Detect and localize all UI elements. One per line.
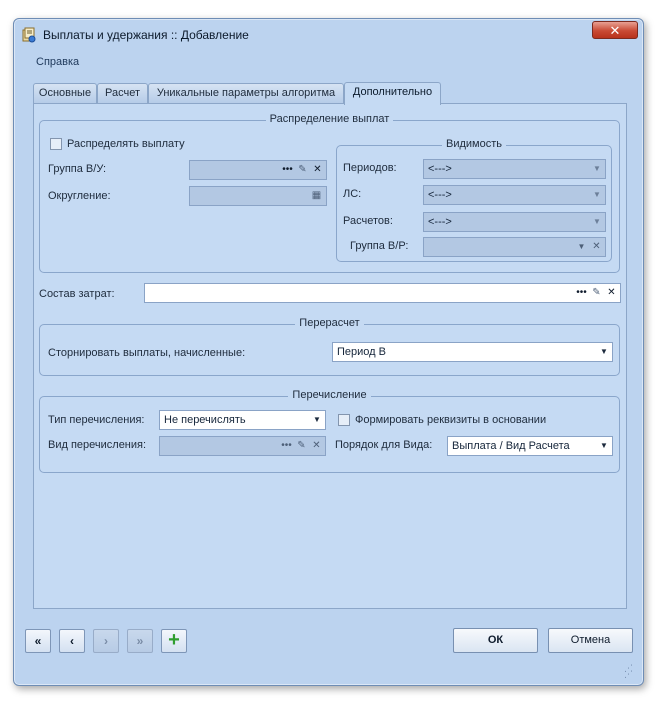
clear-icon[interactable]: ✕	[604, 285, 619, 301]
storno-select[interactable]: Период В ▼	[332, 342, 613, 362]
pick-icon[interactable]: ✎	[294, 438, 309, 454]
transfer-type-select[interactable]: Не перечислять ▼	[159, 410, 326, 430]
transfer-type-label: Тип перечисления:	[48, 414, 145, 426]
chevron-left-icon: ‹	[70, 634, 74, 648]
group-vr-field[interactable]: ▼ ✕	[423, 237, 606, 257]
rounding-label: Округление:	[48, 190, 111, 202]
calcs-select[interactable]: <---> ▼	[423, 212, 606, 232]
transfer-kind-label: Вид перечисления:	[48, 439, 147, 451]
chevron-down-icon: ▼	[593, 164, 601, 173]
tab-calc[interactable]: Расчет	[97, 83, 148, 103]
close-button[interactable]: ✕	[592, 21, 638, 39]
visibility-title: Видимость	[442, 138, 506, 150]
double-chevron-right-icon: »	[136, 634, 144, 648]
chevron-right-icon: ›	[104, 634, 108, 648]
clear-icon[interactable]: ✕	[309, 438, 324, 454]
chevron-down-icon: ▼	[600, 441, 608, 450]
prev-record-button[interactable]: ‹	[59, 629, 85, 653]
cost-field[interactable]: ••• ✎ ✕	[144, 283, 621, 303]
plus-icon: +	[168, 629, 180, 651]
title-bar[interactable]: Выплаты и удержания :: Добавление ✕	[14, 19, 643, 49]
recalc-title: Перерасчет	[295, 317, 364, 329]
chevron-down-icon[interactable]: ▼	[574, 239, 589, 255]
ellipsis-icon[interactable]: •••	[280, 162, 295, 178]
transfer-kind-field[interactable]: ••• ✎ ✕	[159, 436, 326, 456]
ls-label: ЛС:	[343, 188, 362, 200]
ok-button[interactable]: ОК	[453, 628, 538, 653]
form-requisites-checkbox[interactable]	[338, 414, 350, 426]
distribute-label: Распределять выплату	[67, 138, 185, 150]
cost-label: Состав затрат:	[39, 288, 115, 300]
clear-icon[interactable]: ✕	[310, 162, 325, 178]
group-vu-field[interactable]: ••• ✎ ✕	[189, 160, 327, 180]
cancel-button[interactable]: Отмена	[548, 628, 633, 653]
distribute-checkbox[interactable]	[50, 138, 62, 150]
tab-additional[interactable]: Дополнительно	[344, 82, 441, 105]
first-record-button[interactable]: «	[25, 629, 51, 653]
double-chevron-left-icon: «	[34, 634, 42, 648]
app-icon	[21, 27, 37, 43]
menu-help[interactable]: Справка	[36, 56, 79, 68]
storno-label: Сторнировать выплаты, начисленные:	[48, 347, 246, 359]
next-record-button[interactable]: ›	[93, 629, 119, 653]
calculator-icon[interactable]: ▦	[309, 188, 324, 204]
tab-main[interactable]: Основные	[33, 83, 97, 103]
group-vu-label: Группа В/У:	[48, 163, 107, 175]
chevron-down-icon: ▼	[313, 415, 321, 424]
chevron-down-icon: ▼	[593, 190, 601, 199]
resize-grip-icon[interactable]: ⋰ ⋰	[624, 664, 636, 679]
transfer-title: Перечисление	[288, 389, 371, 401]
transfer-group: Перечисление	[39, 389, 620, 473]
chevron-down-icon: ▼	[593, 217, 601, 226]
last-record-button[interactable]: »	[127, 629, 153, 653]
calcs-label: Расчетов:	[343, 215, 393, 227]
group-vr-label: Группа В/Р:	[350, 240, 409, 252]
periods-select[interactable]: <---> ▼	[423, 159, 606, 179]
tab-unique-params[interactable]: Уникальные параметры алгоритма	[148, 83, 344, 103]
distribution-title: Распределение выплат	[265, 113, 394, 125]
pick-icon[interactable]: ✎	[295, 162, 310, 178]
clear-icon[interactable]: ✕	[589, 239, 604, 255]
chevron-down-icon: ▼	[600, 347, 608, 356]
rounding-field[interactable]: ▦	[189, 186, 327, 206]
ellipsis-icon[interactable]: •••	[574, 285, 589, 301]
add-record-button[interactable]: +	[161, 629, 187, 653]
ellipsis-icon[interactable]: •••	[279, 438, 294, 454]
periods-label: Периодов:	[343, 162, 397, 174]
ls-select[interactable]: <---> ▼	[423, 185, 606, 205]
form-requisites-label: Формировать реквизиты в основании	[355, 414, 547, 426]
dialog-window: Выплаты и удержания :: Добавление ✕ Спра…	[13, 18, 644, 686]
order-select[interactable]: Выплата / Вид Расчета ▼	[447, 436, 613, 456]
order-label: Порядок для Вида:	[335, 439, 433, 451]
window-title: Выплаты и удержания :: Добавление	[43, 28, 249, 42]
pick-icon[interactable]: ✎	[589, 285, 604, 301]
